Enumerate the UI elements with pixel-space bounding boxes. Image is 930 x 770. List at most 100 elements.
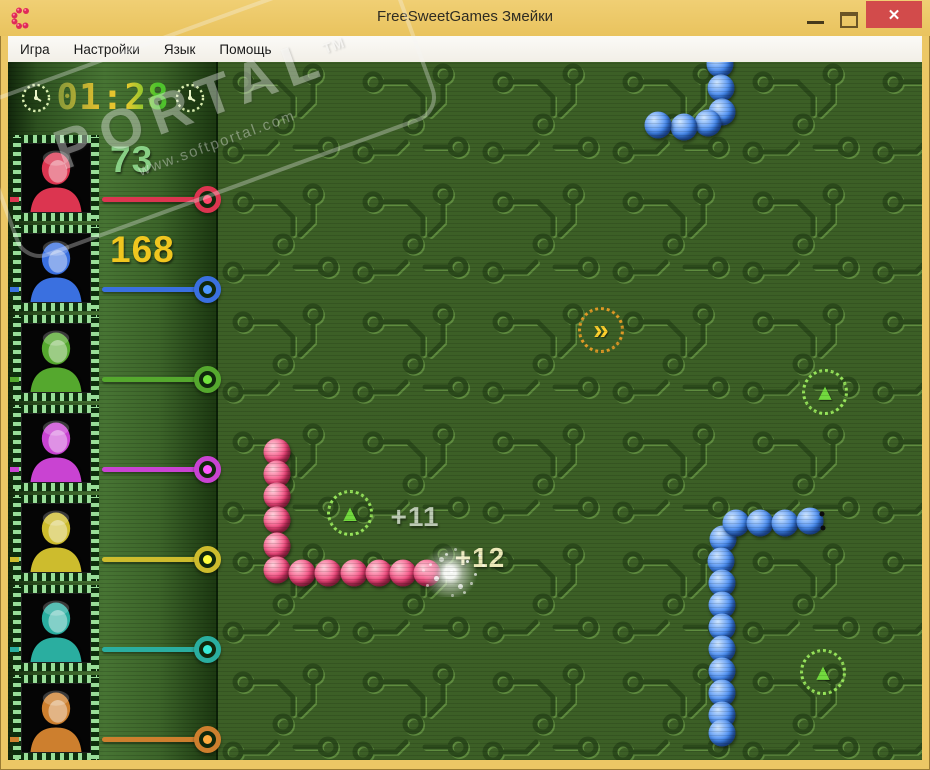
triangle-glyph: ▲: [813, 378, 837, 405]
clock-icon: [21, 83, 51, 112]
progress-line: [102, 287, 200, 292]
pink-snake-bead: [288, 559, 316, 587]
chip-pins: [15, 483, 97, 491]
menu-item-settings[interactable]: Настройки: [62, 38, 152, 61]
player-score: 168: [110, 229, 175, 270]
triangle-glyph: ▲: [811, 658, 835, 685]
chip-pins: [13, 317, 21, 399]
player-avatar: [21, 593, 91, 663]
player-row-red: 73: [8, 133, 221, 223]
content-area: 01:28 73 168 » ▲ ▲ ▲ +11 +12: [8, 62, 922, 760]
player-sidebar: 01:28 73 168: [8, 62, 221, 760]
progress-ring: [194, 276, 221, 303]
progress-stub: [10, 287, 19, 292]
player-avatar-chip: [13, 405, 99, 491]
score-popup: +11: [390, 501, 440, 532]
blue-snake-right-bead: [708, 719, 736, 747]
pink-snake-bead: [263, 556, 291, 584]
chip-pins: [91, 227, 99, 309]
player-avatar-chip: [13, 315, 99, 401]
blue-snake-right-bead: [722, 509, 750, 537]
pink-snake-bead: [263, 532, 291, 560]
game-timer: 01:28: [56, 77, 170, 118]
progress-line: [102, 557, 200, 562]
pink-snake-bead: [263, 482, 291, 510]
chip-pins: [13, 227, 21, 309]
pink-snake-bead: [340, 559, 368, 587]
progress-ring: [194, 456, 221, 483]
blue-snake-right-bead: [746, 509, 774, 537]
player-avatar-chip: [13, 225, 99, 311]
chip-pins: [13, 137, 21, 219]
menu-item-language[interactable]: Язык: [152, 38, 208, 61]
chip-pins: [15, 573, 97, 581]
player-avatar-chip: [13, 675, 99, 760]
chip-pins: [91, 587, 99, 669]
player-row-orange: [8, 673, 221, 760]
pink-snake-bead: [389, 559, 417, 587]
menu-item-game[interactable]: Игра: [8, 38, 62, 61]
progress-ring: [194, 546, 221, 573]
player-avatar: [21, 413, 91, 483]
menu-bar: Игра Настройки Язык Помощь: [8, 36, 922, 63]
player-avatar: [21, 143, 91, 213]
player-score: 73: [110, 139, 154, 180]
player-avatar: [21, 323, 91, 393]
chip-pins: [91, 677, 99, 759]
speed-glyph: »: [593, 314, 609, 345]
player-avatar-chip: [13, 495, 99, 581]
player-avatar-chip: [13, 135, 99, 221]
progress-line: [102, 737, 200, 742]
close-button[interactable]: ✕: [866, 1, 922, 28]
chip-pins: [91, 137, 99, 219]
progress-ring: [194, 186, 221, 213]
player-avatar: [21, 503, 91, 573]
progress-stub: [10, 197, 19, 202]
player-row-teal: [8, 583, 221, 673]
player-row-green: [8, 313, 221, 403]
progress-stub: [10, 737, 19, 742]
progress-line: [102, 467, 200, 472]
blue-snake-right-bead: [796, 507, 826, 535]
chip-pins: [91, 317, 99, 399]
progress-stub: [10, 377, 19, 382]
chip-pins: [13, 497, 21, 579]
progress-ring: [194, 366, 221, 393]
menu-item-help[interactable]: Помощь: [207, 38, 283, 61]
title-bar: FreeSweetGames Змейки ✕: [0, 0, 930, 36]
pink-snake-bead: [314, 559, 342, 587]
progress-ring: [194, 726, 221, 753]
chip-pins: [15, 135, 97, 143]
progress-stub: [10, 557, 19, 562]
chip-pins: [15, 663, 97, 671]
window-title: FreeSweetGames Змейки: [376, 8, 554, 25]
blue-snake-top-bead: [644, 111, 672, 139]
player-avatar: [21, 683, 91, 753]
maximize-button[interactable]: [840, 12, 858, 28]
progress-stub: [10, 647, 19, 652]
player-row-magenta: [8, 403, 221, 493]
progress-line: [102, 197, 200, 202]
chip-pins: [13, 587, 21, 669]
chip-pins: [15, 303, 97, 311]
player-row-blue: 168: [8, 223, 221, 313]
chip-pins: [15, 405, 97, 413]
chip-pins: [15, 753, 97, 760]
chip-pins: [91, 407, 99, 489]
chip-pins: [15, 315, 97, 323]
player-avatar-chip: [13, 585, 99, 671]
triangle-glyph: ▲: [338, 499, 362, 526]
chip-pins: [15, 675, 97, 683]
player-avatar: [21, 233, 91, 303]
game-board[interactable]: » ▲ ▲ ▲ +11 +12: [218, 62, 922, 760]
progress-line: [102, 647, 200, 652]
timer-panel: 01:28: [8, 62, 218, 133]
pink-snake-bead: [263, 506, 291, 534]
player-list: 73 168: [8, 133, 221, 760]
chip-pins: [91, 497, 99, 579]
minimize-button[interactable]: [807, 21, 824, 24]
chip-pins: [13, 677, 21, 759]
chip-pins: [15, 393, 97, 401]
triangle-bonus-icon: ▲: [802, 369, 848, 415]
blue-snake-top-bead: [707, 74, 735, 102]
